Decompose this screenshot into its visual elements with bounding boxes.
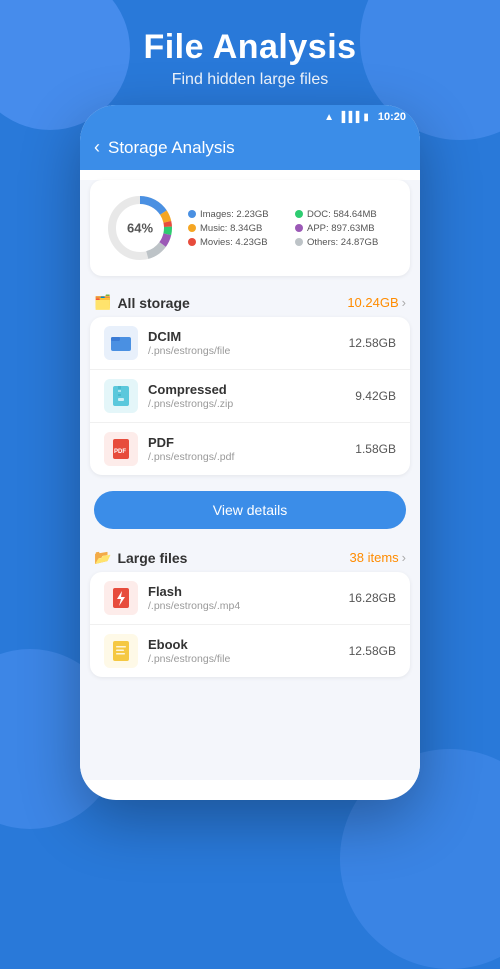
page-title: File Analysis xyxy=(0,28,500,67)
app-bar: ‹ Storage Analysis xyxy=(80,127,420,170)
header-section: File Analysis Find hidden large files xyxy=(0,0,500,105)
back-button[interactable]: ‹ xyxy=(94,137,100,158)
dcim-size: 12.58GB xyxy=(349,336,396,350)
folder-icon-dcim xyxy=(110,332,132,354)
ebook-name: Ebook xyxy=(148,637,339,652)
dcim-icon xyxy=(104,326,138,360)
flash-icon xyxy=(104,581,138,615)
compressed-info: Compressed /.pns/estrongs/.zip xyxy=(148,382,345,410)
pdf-size: 1.58GB xyxy=(355,442,396,456)
large-files-icon: 📂 xyxy=(94,549,111,566)
chart-legend: Images: 2.23GB DOC: 584.64MB Music: 8.34… xyxy=(188,209,396,248)
dcim-path: /.pns/estrongs/file xyxy=(148,345,339,357)
file-item-dcim[interactable]: DCIM /.pns/estrongs/file 12.58GB xyxy=(90,317,410,370)
compressed-size: 9.42GB xyxy=(355,389,396,403)
legend-app: APP: 897.63MB xyxy=(295,223,396,234)
legend-others: Others: 24.87GB xyxy=(295,237,396,248)
legend-label-images: Images: 2.23GB xyxy=(200,209,269,220)
wifi-icon: ▲ xyxy=(324,112,334,123)
content-area: 64% Images: 2.23GB DOC: 584.64MB Music: … xyxy=(80,180,420,780)
legend-label-others: Others: 24.87GB xyxy=(307,237,378,248)
zip-icon xyxy=(110,385,132,407)
app-bar-title: Storage Analysis xyxy=(108,138,235,158)
all-storage-icon: 🗂️ xyxy=(94,294,111,311)
status-time: 10:20 xyxy=(378,111,406,123)
donut-row: 64% Images: 2.23GB DOC: 584.64MB Music: … xyxy=(104,192,396,264)
legend-dot-images xyxy=(188,210,196,218)
battery-icon: ▮ xyxy=(363,112,369,123)
donut-percent-label: 64% xyxy=(127,221,153,236)
phone-frame: ▲ ▐▐▐ ▮ 10:20 ‹ Storage Analysis xyxy=(80,105,420,800)
legend-doc: DOC: 584.64MB xyxy=(295,209,396,220)
large-files-file-list: Flash /.pns/estrongs/.mp4 16.28GB xyxy=(90,572,410,677)
ebook-icon xyxy=(104,634,138,668)
legend-label-music: Music: 8.34GB xyxy=(200,223,262,234)
legend-music: Music: 8.34GB xyxy=(188,223,289,234)
status-icons: ▲ ▐▐▐ ▮ xyxy=(324,112,369,123)
svg-text:PDF: PDF xyxy=(114,449,126,455)
legend-label-app: APP: 897.63MB xyxy=(307,223,375,234)
legend-dot-others xyxy=(295,238,303,246)
view-details-wrapper: View details xyxy=(80,483,420,539)
ebook-size: 12.58GB xyxy=(349,644,396,658)
status-bar: ▲ ▐▐▐ ▮ 10:20 xyxy=(80,105,420,127)
all-storage-meta[interactable]: 10.24GB › xyxy=(347,295,406,310)
legend-movies: Movies: 4.23GB xyxy=(188,237,289,248)
large-files-section: 📂 Large files 38 items › xyxy=(80,539,420,677)
pdf-info: PDF /.pns/estrongs/.pdf xyxy=(148,435,345,463)
all-storage-section: 🗂️ All storage 10.24GB › xyxy=(80,284,420,539)
file-item-ebook[interactable]: Ebook /.pns/estrongs/file 12.58GB xyxy=(90,625,410,677)
ebook-path: /.pns/estrongs/file xyxy=(148,653,339,665)
file-item-pdf[interactable]: PDF PDF /.pns/estrongs/.pdf 1.58GB xyxy=(90,423,410,475)
donut-chart: 64% xyxy=(104,192,176,264)
all-storage-label: All storage xyxy=(117,295,189,311)
pdf-name: PDF xyxy=(148,435,345,450)
dcim-name: DCIM xyxy=(148,329,339,344)
legend-dot-app xyxy=(295,224,303,232)
file-item-flash[interactable]: Flash /.pns/estrongs/.mp4 16.28GB xyxy=(90,572,410,625)
legend-dot-movies xyxy=(188,238,196,246)
file-item-compressed[interactable]: Compressed /.pns/estrongs/.zip 9.42GB xyxy=(90,370,410,423)
large-files-label: Large files xyxy=(117,550,187,566)
pdf-path: /.pns/estrongs/.pdf xyxy=(148,451,345,463)
flash-file-icon xyxy=(110,587,132,609)
large-files-chevron: › xyxy=(402,550,406,565)
flash-info: Flash /.pns/estrongs/.mp4 xyxy=(148,584,339,612)
legend-dot-doc xyxy=(295,210,303,218)
large-files-header[interactable]: 📂 Large files 38 items › xyxy=(80,539,420,572)
flash-path: /.pns/estrongs/.mp4 xyxy=(148,600,339,612)
pdf-icon: PDF xyxy=(104,432,138,466)
large-files-title-group: 📂 Large files xyxy=(94,549,187,566)
all-storage-header[interactable]: 🗂️ All storage 10.24GB › xyxy=(80,284,420,317)
storage-summary-card: 64% Images: 2.23GB DOC: 584.64MB Music: … xyxy=(90,180,410,276)
all-storage-chevron: › xyxy=(402,295,406,310)
large-files-count: 38 items xyxy=(350,550,399,565)
flash-name: Flash xyxy=(148,584,339,599)
legend-images: Images: 2.23GB xyxy=(188,209,289,220)
ebook-file-icon xyxy=(110,640,132,662)
ebook-info: Ebook /.pns/estrongs/file xyxy=(148,637,339,665)
all-storage-total: 10.24GB xyxy=(347,295,398,310)
compressed-path: /.pns/estrongs/.zip xyxy=(148,398,345,410)
compressed-icon xyxy=(104,379,138,413)
legend-dot-music xyxy=(188,224,196,232)
page-subtitle: Find hidden large files xyxy=(0,71,500,89)
pdf-file-icon: PDF xyxy=(110,438,132,460)
flash-size: 16.28GB xyxy=(349,591,396,605)
compressed-name: Compressed xyxy=(148,382,345,397)
dcim-info: DCIM /.pns/estrongs/file xyxy=(148,329,339,357)
large-files-meta[interactable]: 38 items › xyxy=(350,550,406,565)
all-storage-file-list: DCIM /.pns/estrongs/file 12.58GB xyxy=(90,317,410,475)
legend-label-movies: Movies: 4.23GB xyxy=(200,237,268,248)
signal-icon: ▐▐▐ xyxy=(338,112,359,123)
view-details-button[interactable]: View details xyxy=(94,491,406,529)
all-storage-title-group: 🗂️ All storage xyxy=(94,294,190,311)
legend-label-doc: DOC: 584.64MB xyxy=(307,209,377,220)
